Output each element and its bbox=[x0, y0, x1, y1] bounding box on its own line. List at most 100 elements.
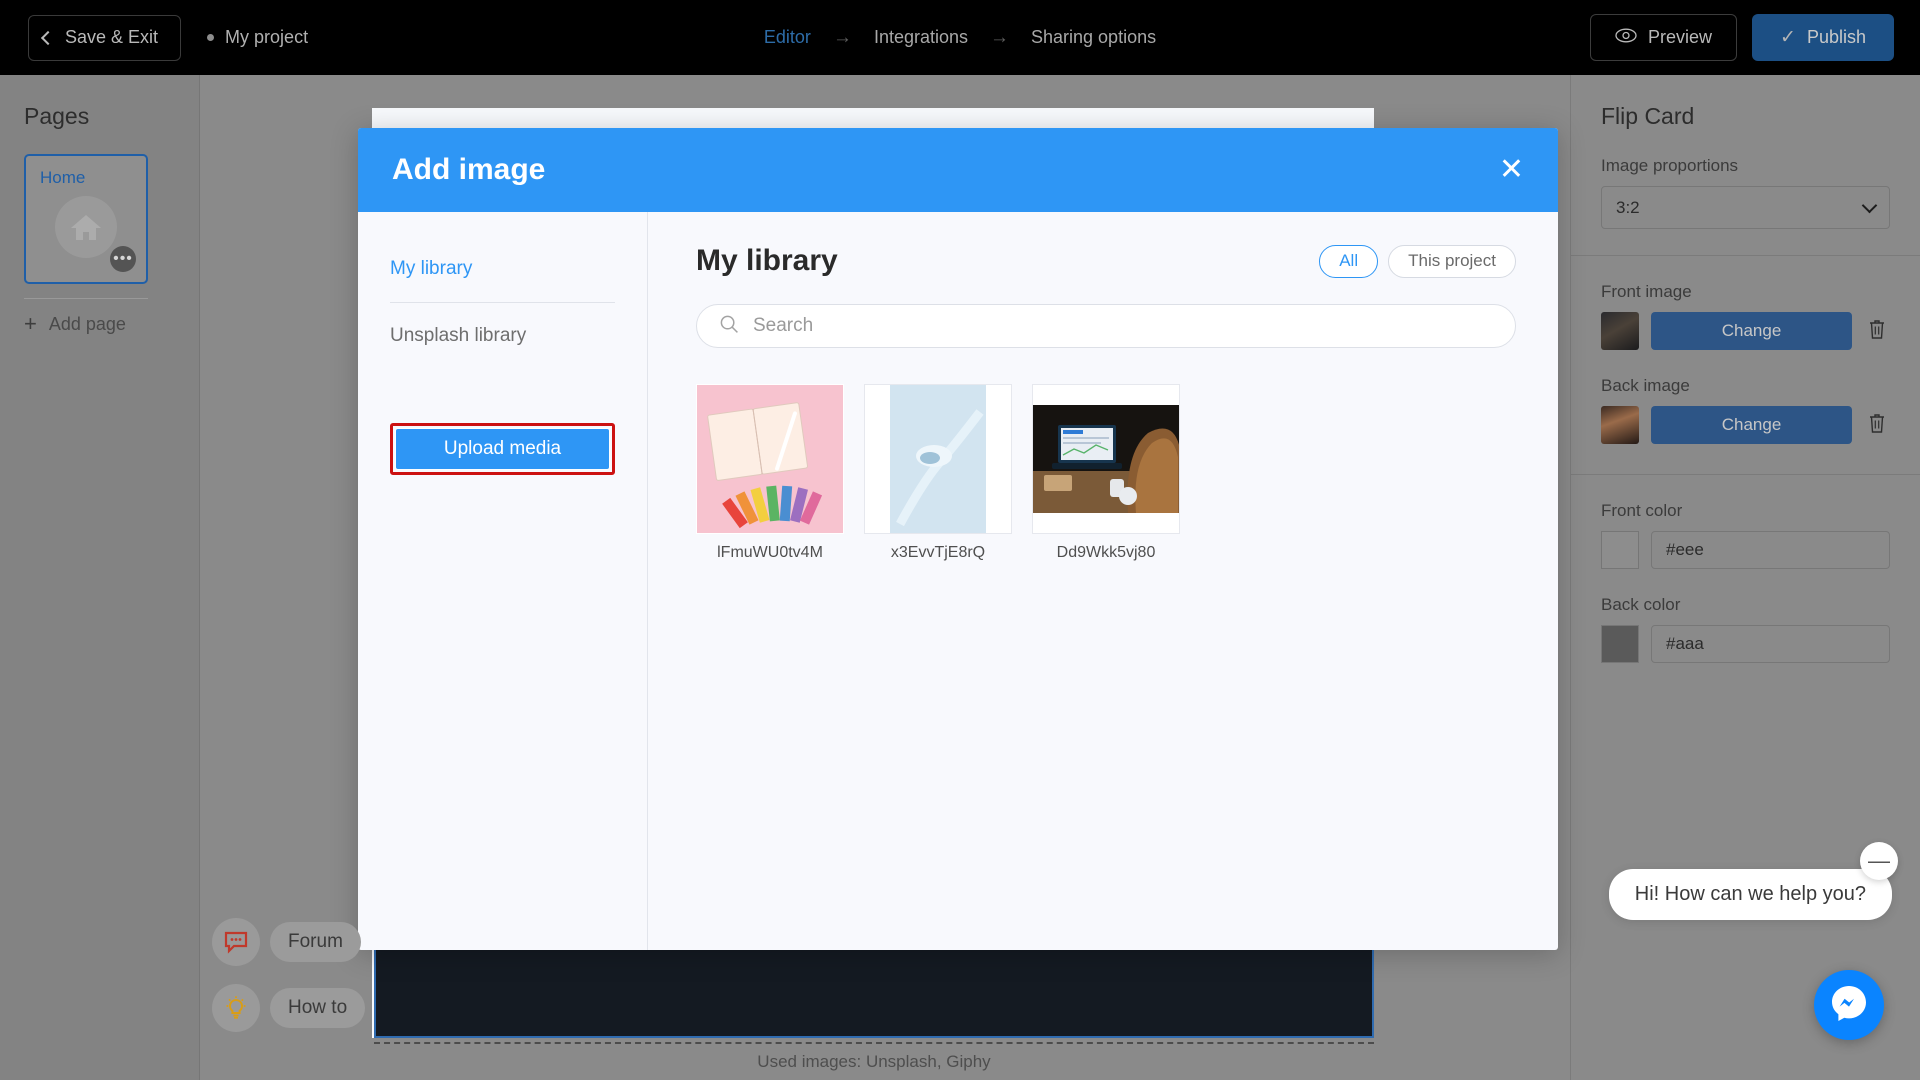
colors-section: Front color #eee Back color #aaa bbox=[1571, 501, 1920, 663]
home-icon bbox=[55, 196, 117, 258]
search-input[interactable]: Search bbox=[696, 304, 1516, 348]
messenger-icon bbox=[1828, 982, 1870, 1029]
notebook-image bbox=[696, 384, 844, 534]
arrow-right-icon: → bbox=[990, 27, 1009, 49]
forum-chat-icon bbox=[212, 918, 260, 966]
add-page-label: Add page bbox=[49, 314, 126, 335]
back-image-thumbnail[interactable] bbox=[1601, 406, 1639, 444]
image-caption: Dd9Wkk5vj80 bbox=[1032, 544, 1180, 562]
filter-this-project[interactable]: This project bbox=[1388, 245, 1516, 278]
front-color-swatch[interactable] bbox=[1601, 531, 1639, 569]
eye-icon bbox=[1615, 27, 1637, 48]
image-grid-item[interactable]: Dd9Wkk5vj80 bbox=[1032, 384, 1180, 562]
messenger-chat-button[interactable] bbox=[1814, 970, 1884, 1040]
add-image-modal: Add image ✕ My library Unsplash library … bbox=[358, 128, 1558, 950]
front-image-label: Front image bbox=[1601, 282, 1890, 302]
preview-button[interactable]: Preview bbox=[1590, 14, 1737, 61]
image-proportions-label: Image proportions bbox=[1601, 156, 1890, 176]
image-proportions-section: Image proportions 3:2 bbox=[1571, 156, 1920, 256]
image-caption: x3EvvTjE8rQ bbox=[864, 544, 1012, 562]
chevron-left-icon bbox=[41, 30, 55, 44]
save-and-exit-label: Save & Exit bbox=[65, 27, 158, 48]
trash-icon bbox=[1867, 318, 1887, 345]
page-card-home[interactable]: Home ••• bbox=[24, 154, 148, 284]
page-card-menu-button[interactable]: ••• bbox=[110, 246, 136, 272]
close-icon[interactable]: ✕ bbox=[1499, 155, 1524, 185]
upload-media-button[interactable]: Upload media bbox=[395, 428, 610, 470]
back-color-value: #aaa bbox=[1666, 634, 1704, 654]
change-front-image-button[interactable]: Change bbox=[1651, 312, 1852, 350]
breadcrumb-item-integrations[interactable]: Integrations bbox=[874, 27, 968, 48]
help-buttons: Forum How to bbox=[212, 900, 365, 1032]
modal-header: Add image ✕ bbox=[358, 128, 1558, 212]
breadcrumb: Editor → Integrations → Sharing options bbox=[764, 27, 1156, 49]
modal-title: Add image bbox=[392, 153, 545, 187]
how-to-button[interactable]: How to bbox=[212, 984, 365, 1032]
modal-sidebar: My library Unsplash library Upload media bbox=[358, 212, 648, 950]
top-toolbar: Save & Exit My project Editor → Integrat… bbox=[0, 0, 1920, 75]
modal-content: My library All This project Search bbox=[648, 212, 1558, 950]
image-thumbnail[interactable] bbox=[864, 384, 1012, 534]
back-color-input[interactable]: #aaa bbox=[1651, 625, 1890, 663]
modal-body: My library Unsplash library Upload media… bbox=[358, 212, 1558, 950]
pages-divider bbox=[24, 298, 148, 299]
arrow-right-icon: → bbox=[833, 27, 852, 49]
front-color-row: #eee bbox=[1601, 531, 1890, 569]
image-caption: lFmuWU0tv4M bbox=[696, 544, 844, 562]
top-toolbar-actions: Preview ✓ Publish bbox=[1590, 14, 1894, 61]
how-to-label: How to bbox=[270, 988, 365, 1028]
chevron-down-icon bbox=[1862, 197, 1878, 213]
breadcrumb-item-editor[interactable]: Editor bbox=[764, 27, 811, 48]
back-image-row: Change bbox=[1601, 406, 1890, 444]
chat-minimize-button[interactable]: — bbox=[1860, 842, 1898, 880]
lightbulb-icon bbox=[212, 984, 260, 1032]
plus-icon: + bbox=[24, 313, 37, 335]
back-image-label: Back image bbox=[1601, 376, 1890, 396]
desk-image bbox=[1032, 405, 1180, 513]
sidebar-item-unsplash-library[interactable]: Unsplash library bbox=[390, 317, 615, 355]
back-color-swatch[interactable] bbox=[1601, 625, 1639, 663]
delete-back-image-button[interactable] bbox=[1864, 410, 1890, 440]
add-page-button[interactable]: + Add page bbox=[24, 313, 199, 335]
images-section: Front image Change Back image Change bbox=[1571, 282, 1920, 475]
back-color-label: Back color bbox=[1601, 595, 1890, 615]
upload-media-highlight: Upload media bbox=[390, 423, 615, 475]
forum-label: Forum bbox=[270, 922, 361, 962]
front-color-input[interactable]: #eee bbox=[1651, 531, 1890, 569]
sidebar-item-my-library[interactable]: My library bbox=[390, 250, 615, 288]
canvas-hero-block[interactable] bbox=[374, 948, 1374, 1038]
ice-image bbox=[890, 384, 986, 534]
image-proportions-select[interactable]: 3:2 bbox=[1601, 186, 1890, 229]
properties-title: Flip Card bbox=[1601, 103, 1920, 130]
filter-all[interactable]: All bbox=[1319, 245, 1378, 278]
check-icon: ✓ bbox=[1780, 26, 1796, 49]
properties-panel: Flip Card Image proportions 3:2 Front im… bbox=[1570, 75, 1920, 1080]
delete-front-image-button[interactable] bbox=[1864, 316, 1890, 346]
image-grid: lFmuWU0tv4M bbox=[696, 384, 1516, 562]
front-image-row: Change bbox=[1601, 312, 1890, 350]
front-image-thumbnail[interactable] bbox=[1601, 312, 1639, 350]
canvas-footer-credits: Used images: Unsplash, Giphy bbox=[374, 1052, 1374, 1072]
project-name[interactable]: My project bbox=[207, 27, 308, 48]
library-title: My library bbox=[696, 244, 838, 278]
save-and-exit-button[interactable]: Save & Exit bbox=[28, 15, 181, 61]
publish-button[interactable]: ✓ Publish bbox=[1752, 14, 1894, 61]
image-proportions-value: 3:2 bbox=[1616, 198, 1640, 218]
change-back-image-button[interactable]: Change bbox=[1651, 406, 1852, 444]
image-grid-item[interactable]: lFmuWU0tv4M bbox=[696, 384, 844, 562]
forum-button[interactable]: Forum bbox=[212, 918, 365, 966]
chat-greeting-bubble[interactable]: Hi! How can we help you? bbox=[1609, 869, 1892, 920]
pages-panel: Pages Home ••• + Add page bbox=[0, 75, 200, 1080]
page-card-label: Home bbox=[40, 168, 85, 188]
publish-label: Publish bbox=[1807, 27, 1866, 48]
breadcrumb-item-sharing-options[interactable]: Sharing options bbox=[1031, 27, 1156, 48]
image-thumbnail[interactable] bbox=[1032, 384, 1180, 534]
image-thumbnail[interactable] bbox=[696, 384, 844, 534]
library-header: My library All This project bbox=[696, 244, 1516, 278]
preview-label: Preview bbox=[1648, 27, 1712, 48]
image-grid-item[interactable]: x3EvvTjE8rQ bbox=[864, 384, 1012, 562]
library-filter-group: All This project bbox=[1319, 245, 1516, 278]
trash-icon bbox=[1867, 412, 1887, 439]
back-color-row: #aaa bbox=[1601, 625, 1890, 663]
pages-title: Pages bbox=[24, 103, 199, 130]
